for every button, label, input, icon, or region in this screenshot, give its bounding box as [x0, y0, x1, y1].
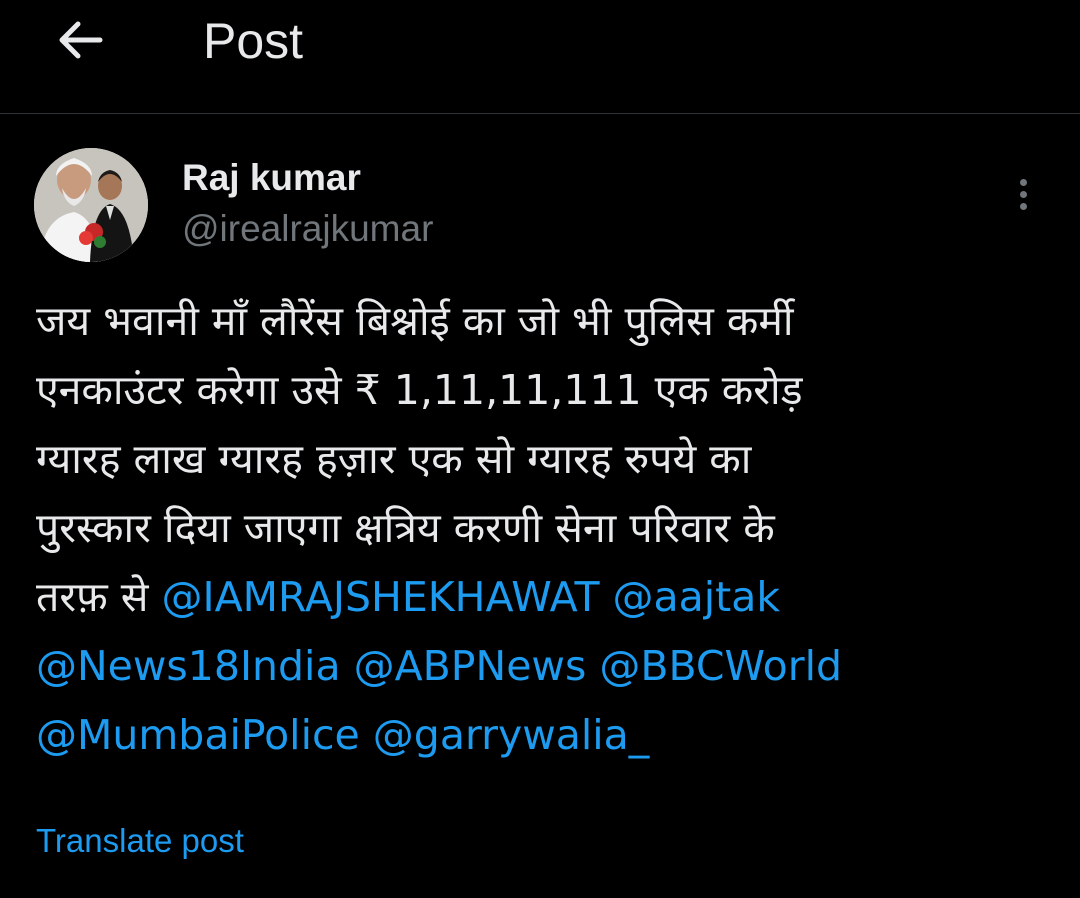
more-vertical-icon — [1019, 178, 1027, 186]
post-text-line: तरफ़ से @IAMRAJSHEKHAWAT @aajtak — [36, 563, 1046, 632]
more-options-button[interactable] — [1000, 170, 1046, 218]
author-name[interactable]: Raj kumar — [182, 156, 361, 200]
post-text-line: एनकाउंटर करेगा उसे ₹ 1,11,11,111 एक करोड… — [36, 356, 1046, 425]
post-text-segment: एनकाउंटर करेगा उसे ₹ 1,11,11,111 एक करोड… — [36, 366, 803, 414]
post-text: जय भवानी माँ लौरेंस बिश्नोई का जो भी पुल… — [36, 287, 1046, 770]
mention-link[interactable]: @BBCWorld — [599, 642, 842, 690]
post-text-line: @News18India @ABPNews @BBCWorld — [36, 632, 1046, 701]
translate-post-link[interactable]: Translate post — [36, 820, 244, 862]
back-button[interactable] — [44, 10, 116, 70]
post-text-line: ग्यारह लाख ग्यारह हज़ार एक सो ग्यारह रुप… — [36, 425, 1046, 494]
post-text-line: जय भवानी माँ लौरेंस बिश्नोई का जो भी पुल… — [36, 287, 1046, 356]
post-text-line: @MumbaiPolice @garrywalia_ — [36, 701, 1046, 770]
page-title: Post — [203, 13, 304, 69]
top-app-bar: Post — [0, 0, 1080, 114]
mention-link[interactable]: @IAMRAJSHEKHAWAT — [162, 573, 600, 621]
mention-link[interactable]: @ABPNews — [354, 642, 587, 690]
post-text-segment: तरफ़ से — [36, 573, 162, 621]
profile-photo — [34, 148, 148, 262]
mention-link[interactable]: @garrywalia_ — [373, 711, 649, 759]
post-text-segment: ग्यारह लाख ग्यारह हज़ार एक सो ग्यारह रुप… — [36, 435, 752, 483]
mention-link[interactable]: @aajtak — [613, 573, 781, 621]
post-text-segment: पुरस्कार दिया जाएगा क्षत्रिय करणी सेना प… — [36, 504, 775, 552]
post-text-segment — [360, 711, 373, 759]
post-text-segment: जय भवानी माँ लौरेंस बिश्नोई का जो भी पुल… — [36, 297, 794, 345]
post-text-segment — [586, 642, 599, 690]
author-handle[interactable]: @irealrajkumar — [182, 207, 433, 251]
mention-link[interactable]: @News18India — [36, 642, 341, 690]
arrow-left-icon — [59, 21, 103, 59]
post-text-line: पुरस्कार दिया जाएगा क्षत्रिय करणी सेना प… — [36, 494, 1046, 563]
post-text-segment — [341, 642, 354, 690]
mention-link[interactable]: @MumbaiPolice — [36, 711, 360, 759]
post-text-segment — [600, 573, 613, 621]
avatar[interactable] — [34, 148, 148, 262]
